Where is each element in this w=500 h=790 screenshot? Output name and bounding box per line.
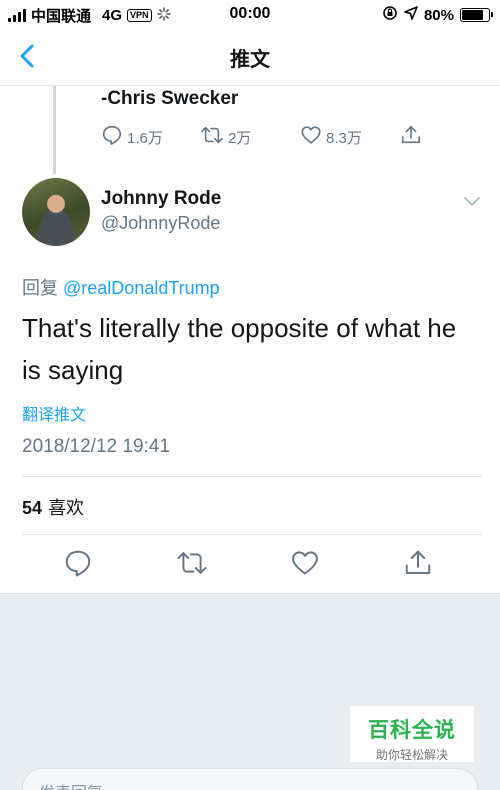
reply-prefix: 回复: [22, 278, 58, 298]
previous-tweet-actions: 1.6万 2万 8.3万: [0, 124, 500, 150]
navigation-bar: 推文: [0, 28, 500, 86]
heart-icon: [300, 124, 322, 150]
watermark-title: 百科全说: [368, 719, 456, 742]
tweet-actions: [0, 548, 500, 582]
reply-icon: [101, 124, 123, 150]
share-icon: [400, 124, 422, 150]
location-icon: [404, 6, 418, 24]
share-button[interactable]: [403, 548, 433, 578]
previous-reply-button[interactable]: 1.6万: [101, 124, 163, 150]
likes-label: 喜欢: [48, 498, 85, 518]
page-title: 推文: [230, 49, 270, 71]
tweet-timestamp: 2018/12/12 19:41: [22, 436, 170, 457]
previous-tweet-text: -Chris Swecker: [101, 88, 239, 109]
watermark-logo: 百科全说 助你轻松解决: [350, 706, 474, 762]
avatar[interactable]: [22, 178, 90, 246]
likes-summary[interactable]: 54 喜欢: [22, 494, 84, 520]
status-bar: 中国联通 4G VPN 00:00 80%: [0, 0, 500, 28]
watermark-subtitle: 助你轻松解决: [375, 748, 448, 762]
previous-retweet-button[interactable]: 2万: [200, 124, 251, 150]
previous-like-count: 8.3万: [326, 129, 362, 147]
reply-context: 回复 @realDonaldTrump: [22, 274, 220, 300]
likes-count: 54: [22, 498, 43, 518]
reply-button[interactable]: [63, 548, 93, 578]
divider: [22, 476, 482, 477]
previous-reply-count: 1.6万: [127, 129, 163, 147]
like-button[interactable]: [290, 548, 320, 578]
reply-mention-link[interactable]: @realDonaldTrump: [63, 278, 220, 298]
translate-tweet-link[interactable]: 翻译推文: [22, 401, 86, 425]
author-name[interactable]: Johnny Rode: [101, 188, 221, 210]
retweet-button[interactable]: [176, 548, 207, 578]
divider: [22, 534, 482, 535]
battery-percent: 80%: [423, 6, 454, 24]
battery-fill: [462, 10, 483, 20]
orientation-lock-icon: [382, 5, 398, 25]
previous-retweet-count: 2万: [228, 129, 252, 147]
previous-share-button[interactable]: [400, 124, 422, 150]
chevron-down-icon[interactable]: [463, 194, 481, 208]
previous-like-button[interactable]: 8.3万: [300, 124, 362, 150]
status-right: 80%: [382, 5, 493, 25]
author-handle[interactable]: @JohnnyRode: [101, 213, 220, 234]
reply-input[interactable]: 发表回复: [22, 768, 478, 790]
tweet-text: That's literally the opposite of what he…: [22, 313, 457, 385]
battery-icon: [460, 8, 493, 22]
retweet-icon: [200, 124, 224, 150]
